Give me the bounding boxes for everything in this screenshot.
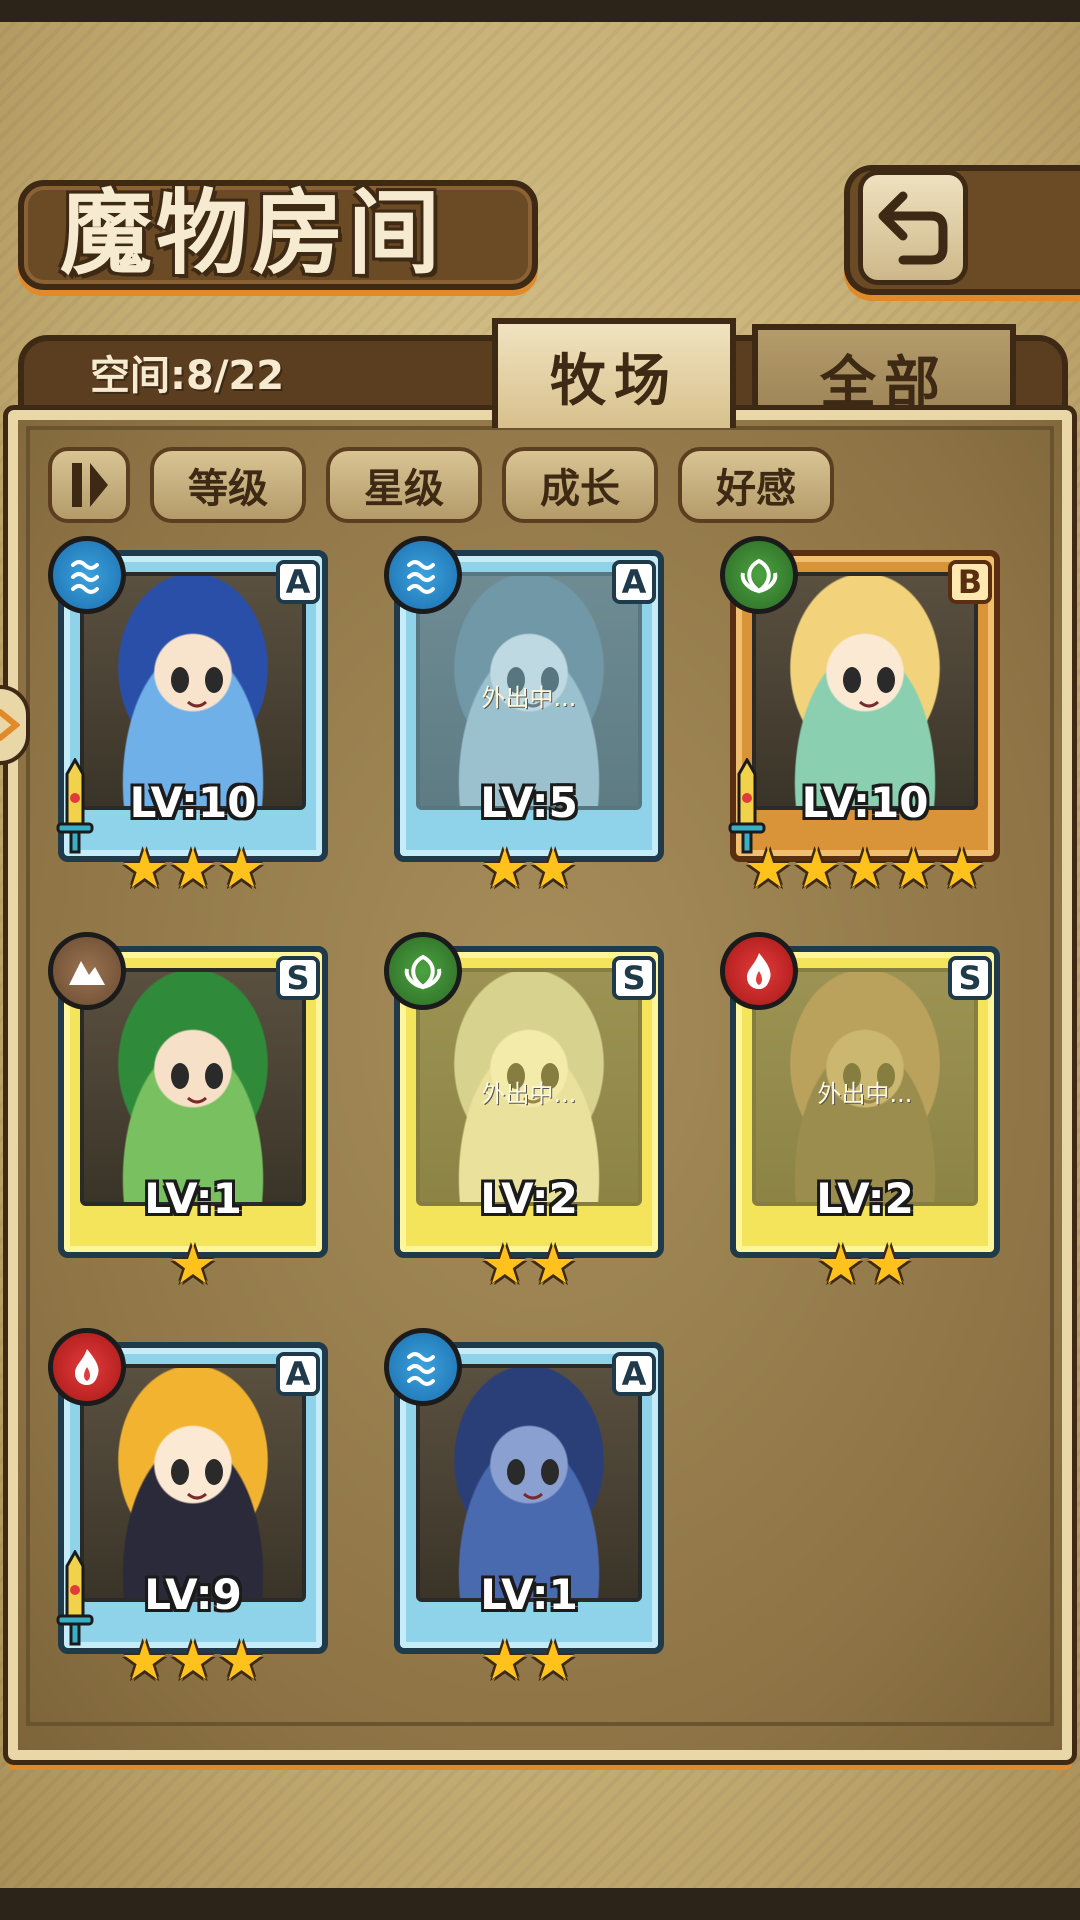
monster-level: LV:1 bbox=[144, 1174, 242, 1223]
monster-level: LV:5 bbox=[480, 778, 578, 827]
monster-face-icon bbox=[171, 1063, 223, 1104]
tab-ranch[interactable]: 牧场 bbox=[492, 318, 736, 428]
wood-element-icon bbox=[720, 536, 798, 614]
star-icon: ★ bbox=[865, 1233, 914, 1296]
monster-card[interactable]: A LV:10 ★ ★ ★ bbox=[48, 536, 336, 900]
return-arrow-icon bbox=[878, 191, 948, 264]
star-icon: ★ bbox=[168, 1233, 218, 1296]
equipped-sword-icon bbox=[56, 1548, 94, 1650]
top-border bbox=[0, 0, 1080, 70]
star-icon: ★ bbox=[120, 1629, 169, 1692]
rank-badge: A bbox=[276, 1352, 320, 1396]
rank-badge: S bbox=[612, 956, 656, 1000]
rank-badge: A bbox=[612, 1352, 656, 1396]
equipped-sword-icon bbox=[56, 756, 94, 858]
sort-by-affection-button[interactable]: 好感 bbox=[678, 447, 834, 523]
rank-badge: A bbox=[612, 560, 656, 604]
monster-card[interactable]: A 外出中... LV:5 ★ ★ bbox=[384, 536, 672, 900]
monster-card[interactable]: A LV:1 ★ ★ bbox=[384, 1328, 672, 1692]
star-icon: ★ bbox=[480, 1629, 529, 1692]
monster-portrait bbox=[80, 1364, 306, 1602]
chevron-right-icon bbox=[0, 709, 20, 741]
away-status: 外出中... bbox=[817, 1080, 913, 1108]
rank-badge: B bbox=[948, 560, 992, 604]
star-rating: ★ ★ bbox=[722, 1236, 1008, 1294]
sort-by-star-button[interactable]: 星级 bbox=[326, 447, 482, 523]
monster-card[interactable]: A LV:9 ★ ★ ★ bbox=[48, 1328, 336, 1692]
fire-element-icon bbox=[720, 932, 798, 1010]
fire-element-icon bbox=[48, 1328, 126, 1406]
star-icon: ★ bbox=[217, 837, 266, 900]
monster-level: LV:1 bbox=[480, 1570, 578, 1619]
star-icon: ★ bbox=[840, 837, 890, 900]
star-rating: ★ ★ bbox=[386, 1632, 672, 1690]
monster-portrait bbox=[80, 572, 306, 810]
star-icon: ★ bbox=[529, 1233, 578, 1296]
star-icon: ★ bbox=[529, 837, 578, 900]
water-element-icon bbox=[48, 536, 126, 614]
water-element-icon bbox=[384, 1328, 462, 1406]
equipped-sword-icon bbox=[728, 756, 766, 858]
monster-portrait bbox=[80, 968, 306, 1206]
monster-card[interactable]: B LV:10 ★ ★ ★ ★ ★ bbox=[720, 536, 1008, 900]
monster-card[interactable]: S 外出中... LV:2 ★ ★ bbox=[384, 932, 672, 1296]
star-icon: ★ bbox=[480, 1233, 529, 1296]
monster-card[interactable]: S LV:1 ★ bbox=[48, 932, 336, 1296]
monster-level: LV:2 bbox=[480, 1174, 578, 1223]
star-icon: ★ bbox=[816, 1233, 865, 1296]
star-icon: ★ bbox=[529, 1629, 578, 1692]
star-icon: ★ bbox=[120, 837, 169, 900]
page-title: 魔物房间 bbox=[60, 179, 445, 287]
rank-badge: A bbox=[276, 560, 320, 604]
star-icon: ★ bbox=[792, 837, 841, 900]
monster-level: LV:2 bbox=[816, 1174, 914, 1223]
star-icon: ★ bbox=[168, 1629, 218, 1692]
star-rating: ★ ★ bbox=[386, 840, 672, 898]
rank-badge: S bbox=[948, 956, 992, 1000]
star-icon: ★ bbox=[480, 837, 529, 900]
back-button[interactable] bbox=[858, 170, 968, 285]
monster-portrait bbox=[752, 572, 978, 810]
wood-element-icon bbox=[384, 932, 462, 1010]
monster-face-icon bbox=[171, 667, 223, 708]
star-rating: ★ ★ bbox=[386, 1236, 672, 1294]
star-icon: ★ bbox=[217, 1629, 266, 1692]
sort-order-toggle[interactable] bbox=[48, 447, 130, 523]
monster-face-icon bbox=[843, 667, 895, 708]
monster-face-icon bbox=[171, 1459, 223, 1500]
star-icon: ★ bbox=[937, 837, 987, 900]
away-status: 外出中... bbox=[481, 684, 577, 712]
bottom-border bbox=[0, 1840, 1080, 1920]
star-icon: ★ bbox=[889, 837, 938, 900]
monster-card[interactable]: S 外出中... LV:2 ★ ★ bbox=[720, 932, 1008, 1296]
sort-by-growth-button[interactable]: 成长 bbox=[502, 447, 658, 523]
earth-element-icon bbox=[48, 932, 126, 1010]
away-status: 外出中... bbox=[481, 1080, 577, 1108]
water-element-icon bbox=[384, 536, 462, 614]
rank-badge: S bbox=[276, 956, 320, 1000]
storage-space-label: 空间:8/22 bbox=[90, 353, 285, 399]
star-icon: ★ bbox=[168, 837, 218, 900]
monster-face-icon bbox=[507, 1459, 559, 1500]
sort-direction-icon bbox=[72, 463, 108, 507]
sort-by-level-button[interactable]: 等级 bbox=[150, 447, 306, 523]
star-rating: ★ bbox=[50, 1236, 336, 1294]
monster-portrait bbox=[416, 1364, 642, 1602]
